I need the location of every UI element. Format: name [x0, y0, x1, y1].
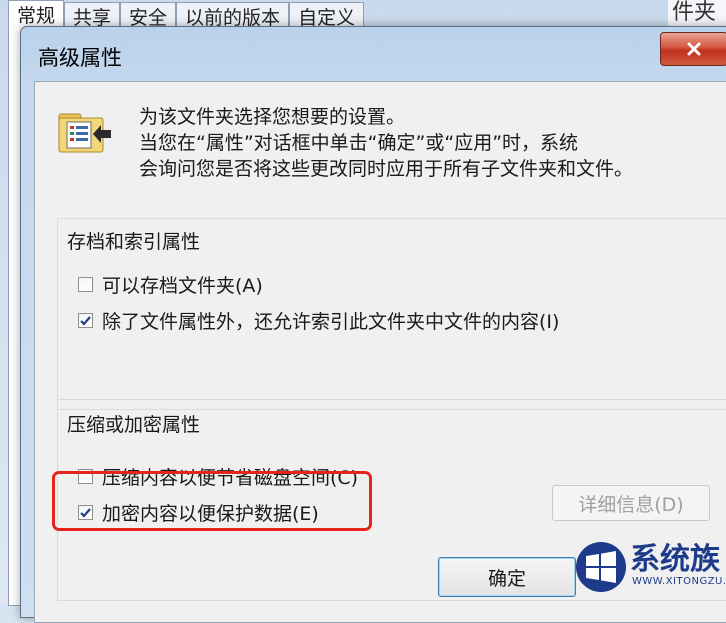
windows-logo-icon	[576, 542, 626, 592]
index-option-row[interactable]: 除了文件属性外，还允许索引此文件夹中文件的内容(I)	[78, 307, 559, 334]
intro-line-2: 当您在“属性”对话框中单击“确定”或“应用”时，系统	[139, 132, 579, 154]
intro-text: 为该文件夹选择您想要的设置。 当您在“属性”对话框中单击“确定”或“应用”时，系…	[139, 104, 633, 182]
compress-encrypt-group-title: 压缩或加密属性	[67, 414, 201, 436]
archive-checkbox[interactable]	[78, 277, 93, 292]
archive-option-label[interactable]: 可以存档文件夹(A)	[102, 271, 263, 298]
dialog-title: 高级属性	[38, 46, 122, 70]
ok-button[interactable]: 确定	[438, 557, 576, 597]
watermark-text: 系统族	[630, 542, 720, 577]
folder-settings-icon	[58, 113, 111, 153]
close-button[interactable]	[660, 32, 726, 66]
site-watermark: 系统族 WWW.XITONGZU.COM	[572, 530, 726, 604]
checkmark-icon	[80, 316, 91, 326]
intro-line-3: 会询问您是否将这些更改同时应用于所有子文件夹和文件。	[139, 158, 634, 180]
details-button[interactable]: 详细信息(D)	[552, 485, 710, 521]
index-option-label[interactable]: 除了文件属性外，还允许索引此文件夹中文件的内容(I)	[102, 307, 559, 334]
close-icon	[687, 42, 701, 56]
index-checkbox[interactable]	[78, 313, 93, 328]
encrypt-option-highlight	[52, 471, 372, 531]
archive-index-group: 存档和索引属性 可以存档文件夹(A) 除了文件属性外，还允许索引此文件夹中文件的…	[57, 218, 726, 410]
dialog-titlebar[interactable]: 高级属性	[21, 27, 726, 83]
watermark-url: WWW.XITONGZU.COM	[632, 576, 726, 587]
archive-index-group-title: 存档和索引属性	[67, 231, 201, 253]
intro-line-1: 为该文件夹选择您想要的设置。	[139, 106, 406, 128]
background-window-title-fragment: 件夹	[672, 0, 717, 25]
archive-option-row[interactable]: 可以存档文件夹(A)	[78, 271, 263, 298]
